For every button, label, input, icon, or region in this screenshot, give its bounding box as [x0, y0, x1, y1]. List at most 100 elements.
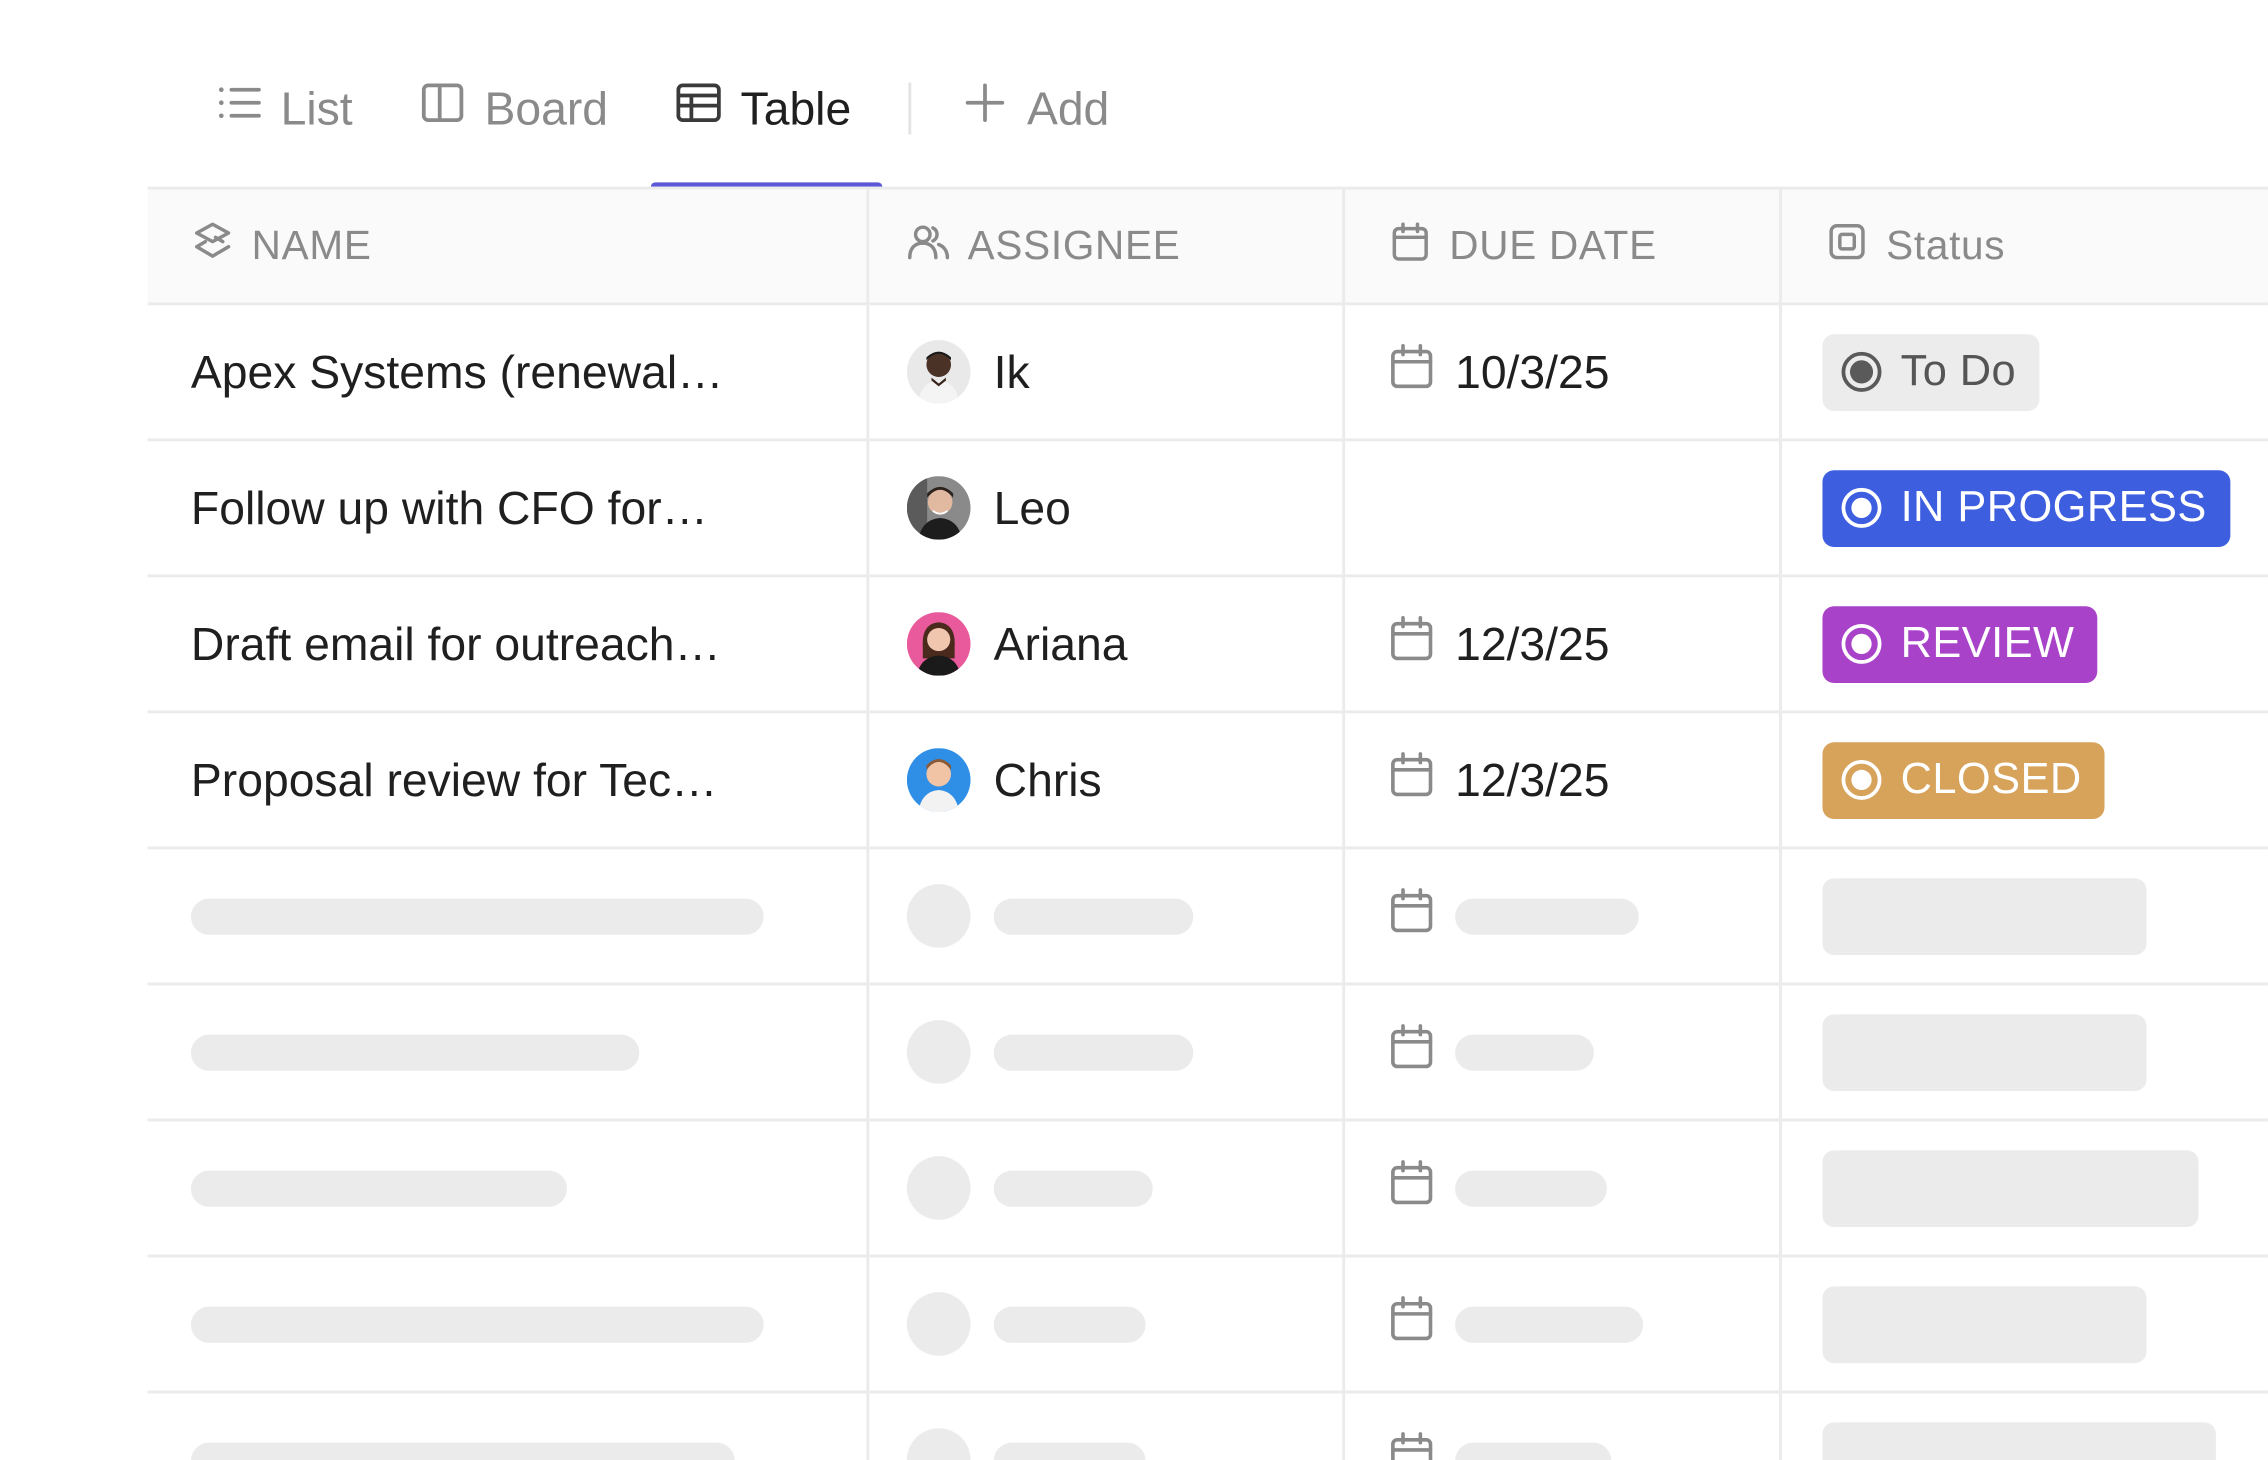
calendar-icon [1389, 1430, 1435, 1460]
skeleton-name [148, 1393, 867, 1460]
skeleton-assignee [866, 849, 1342, 983]
skeleton-row [147, 1121, 2268, 1258]
table-icon [674, 78, 723, 139]
calendar-icon [1389, 886, 1435, 947]
tasks-table: NAME ASSIGNEE DUE DATE Status Apex Syste… [147, 186, 2268, 1460]
assignee-name: Ik [993, 345, 1030, 398]
status-badge[interactable]: REVIEW [1822, 605, 2098, 683]
tab-table[interactable]: Table [674, 75, 851, 142]
skeleton-name [148, 985, 867, 1118]
users-icon [907, 219, 950, 273]
status-label: REVIEW [1900, 619, 2075, 668]
status-review-icon [1841, 623, 1882, 664]
table-row[interactable]: Draft email for outreach… Ariana 12/3/25… [147, 577, 2268, 714]
due-date: 10/3/25 [1455, 345, 1610, 398]
assignee-cell[interactable]: Chris [866, 713, 1342, 847]
skeleton-assignee [866, 1393, 1342, 1460]
calendar-icon [1389, 219, 1432, 273]
skeleton-due-date [1342, 1257, 1779, 1391]
skeleton-name [148, 1257, 867, 1390]
table-row[interactable]: Proposal review for Tec… Chris 12/3/25 C… [147, 713, 2268, 850]
task-name[interactable]: Apex Systems (renewal… [148, 305, 867, 438]
plus-icon [960, 78, 1009, 139]
calendar-icon [1389, 1158, 1435, 1219]
skeleton-row [148, 1393, 2268, 1460]
calendar-icon [1389, 341, 1435, 402]
task-name[interactable]: Proposal review for Tec… [148, 713, 867, 846]
skeleton-status [1779, 1121, 2268, 1255]
calendar-icon [1389, 614, 1435, 675]
column-header-name-label: NAME [251, 222, 372, 268]
table-view: List Board Table Add NAME ASSIGNEE DUE D… [0, 0, 2268, 1460]
column-header-due-date[interactable]: DUE DATE [1342, 189, 1779, 303]
table-row[interactable]: Follow up with CFO for… Leo IN PROGRESS [147, 441, 2268, 578]
avatar [906, 340, 971, 404]
avatar-placeholder [906, 1428, 971, 1460]
status-cell[interactable]: IN PROGRESS [1779, 441, 2268, 575]
tab-list[interactable]: List [214, 75, 353, 142]
status-closed-icon [1841, 759, 1882, 800]
due-date-cell[interactable] [1342, 441, 1779, 575]
layers-icon [191, 219, 234, 273]
avatar-placeholder [906, 1020, 971, 1084]
column-header-assignee-label: ASSIGNEE [967, 222, 1181, 268]
tab-board[interactable]: Board [418, 75, 608, 142]
skeleton-assignee [866, 1257, 1342, 1391]
status-badge[interactable]: To Do [1822, 333, 2040, 411]
status-badge[interactable]: CLOSED [1822, 741, 2105, 819]
skeleton-status [1779, 1393, 2268, 1460]
board-icon [418, 78, 467, 139]
status-label: To Do [1900, 347, 2017, 396]
task-name[interactable]: Draft email for outreach… [148, 577, 867, 710]
table-header: NAME ASSIGNEE DUE DATE Status [147, 186, 2268, 306]
assignee-cell[interactable]: Leo [866, 441, 1342, 575]
due-date-cell[interactable]: 12/3/25 [1342, 577, 1779, 711]
table-row[interactable]: Apex Systems (renewal… Ik 10/3/25 To Do [147, 305, 2268, 442]
skeleton-name [148, 849, 867, 982]
tab-add[interactable]: Add [960, 75, 1109, 142]
tab-add-label: Add [1026, 81, 1110, 134]
assignee-name: Chris [993, 753, 1102, 806]
avatar-placeholder [906, 1156, 971, 1220]
skeleton-status [1779, 849, 2268, 983]
skeleton-due-date [1342, 1393, 1779, 1460]
status-square-icon [1825, 219, 1868, 273]
skeleton-row [147, 1257, 2268, 1394]
skeleton-due-date [1342, 985, 1779, 1119]
avatar-placeholder [906, 1292, 971, 1356]
skeleton-assignee [866, 1121, 1342, 1255]
assignee-cell[interactable]: Ariana [866, 577, 1342, 711]
avatar [906, 748, 971, 812]
status-label: CLOSED [1900, 755, 2082, 804]
tab-table-label: Table [740, 81, 852, 134]
status-in-progress-icon [1841, 487, 1882, 528]
due-date-cell[interactable]: 10/3/25 [1342, 305, 1779, 439]
skeleton-status [1779, 985, 2268, 1119]
calendar-icon [1389, 1294, 1435, 1355]
column-header-assignee[interactable]: ASSIGNEE [866, 189, 1342, 303]
assignee-cell[interactable]: Ik [866, 305, 1342, 439]
status-badge[interactable]: IN PROGRESS [1822, 469, 2230, 547]
status-cell[interactable]: To Do [1779, 305, 2268, 439]
due-date-cell[interactable]: 12/3/25 [1342, 713, 1779, 847]
calendar-icon [1389, 750, 1435, 811]
status-cell[interactable]: REVIEW [1779, 577, 2268, 711]
column-header-status[interactable]: Status [1779, 189, 2268, 303]
status-cell[interactable]: CLOSED [1779, 713, 2268, 847]
column-header-due-date-label: DUE DATE [1449, 222, 1657, 268]
tab-list-label: List [280, 81, 353, 134]
skeleton-row [147, 985, 2268, 1122]
list-icon [214, 78, 263, 139]
skeleton-assignee [866, 985, 1342, 1119]
column-header-name[interactable]: NAME [148, 190, 867, 303]
due-date: 12/3/25 [1455, 753, 1610, 806]
avatar [906, 612, 971, 676]
status-todo-icon [1841, 351, 1882, 392]
assignee-name: Leo [993, 481, 1071, 534]
status-label: IN PROGRESS [1900, 483, 2207, 532]
skeleton-status [1779, 1257, 2268, 1391]
task-name[interactable]: Follow up with CFO for… [148, 441, 867, 574]
tab-board-label: Board [484, 81, 609, 134]
due-date: 12/3/25 [1455, 617, 1610, 670]
column-header-status-label: Status [1886, 222, 2006, 268]
